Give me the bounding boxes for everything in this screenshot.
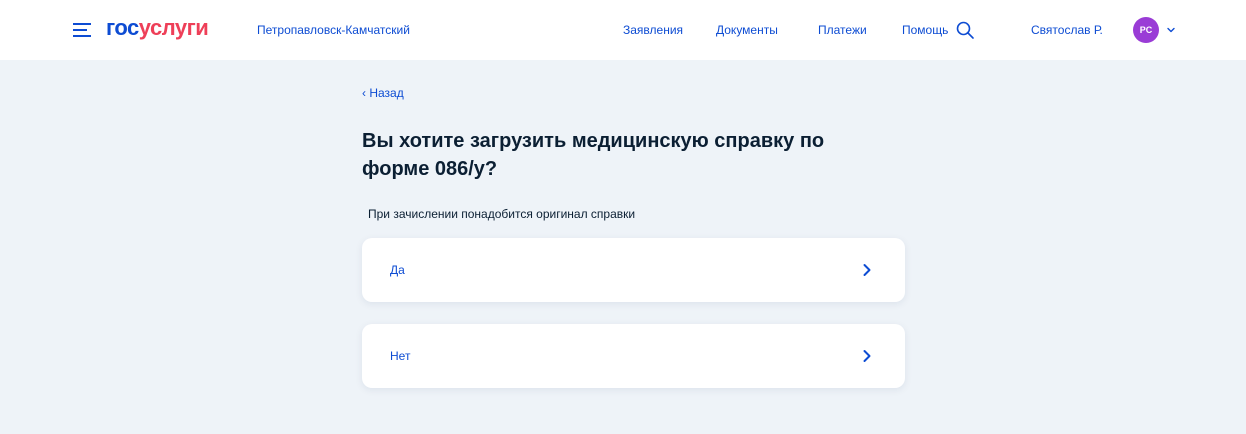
option-no-label: Нет	[390, 349, 411, 363]
nav-help[interactable]: Помощь	[902, 22, 948, 38]
nav-payments[interactable]: Платежи	[818, 22, 867, 38]
nav-documents[interactable]: Документы	[716, 22, 778, 38]
option-yes-label: Да	[390, 263, 405, 277]
option-no[interactable]: Нет	[362, 324, 905, 388]
logo-part-uslugi: услуги	[138, 15, 209, 40]
chevron-right-icon	[863, 264, 871, 276]
region-link[interactable]: Петропавловск-Камчатский	[257, 22, 410, 38]
chevron-right-icon	[863, 350, 871, 362]
menu-icon[interactable]	[73, 22, 93, 38]
avatar[interactable]: PC	[1133, 17, 1159, 43]
page-subtitle: При зачислении понадобится оригинал спра…	[368, 207, 636, 221]
page-title: Вы хотите загрузить медицинскую справку …	[362, 130, 825, 180]
user-name[interactable]: Святослав Р.	[1031, 22, 1103, 38]
gosuslugi-logo[interactable]: госуслуги	[106, 14, 209, 42]
nav-applications[interactable]: Заявления	[623, 22, 683, 38]
top-header: госуслуги Петропавловск-Камчатский Заявл…	[0, 0, 1246, 60]
back-link[interactable]: ‹ Назад	[362, 85, 404, 101]
logo-part-gos: гос	[106, 15, 139, 40]
search-icon[interactable]	[955, 20, 975, 40]
chevron-down-icon[interactable]	[1166, 25, 1176, 35]
option-yes[interactable]: Да	[362, 238, 905, 302]
